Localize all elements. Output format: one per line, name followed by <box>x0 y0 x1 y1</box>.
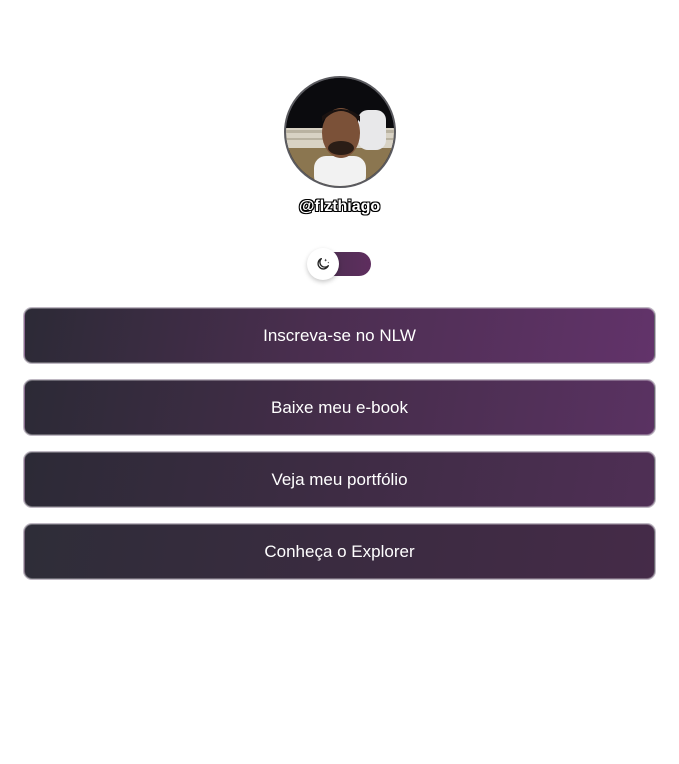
list-item: Conheça o Explorer <box>24 524 655 579</box>
link-list: Inscreva-se no NLW Baixe meu e-book Veja… <box>24 308 655 596</box>
link-button-explorer[interactable]: Conheça o Explorer <box>24 524 655 579</box>
link-button-ebook[interactable]: Baixe meu e-book <box>24 380 655 435</box>
link-button-portfolio[interactable]: Veja meu portfólio <box>24 452 655 507</box>
avatar-photo <box>285 78 394 186</box>
list-item: Inscreva-se no NLW <box>24 308 655 363</box>
avatar <box>283 76 396 188</box>
username: @flzthiago <box>298 198 381 215</box>
link-button-nlw[interactable]: Inscreva-se no NLW <box>24 308 655 363</box>
list-item: Baixe meu e-book <box>24 380 655 435</box>
list-item: Veja meu portfólio <box>24 452 655 507</box>
moon-icon <box>317 258 330 270</box>
theme-switch[interactable] <box>307 248 371 280</box>
switch-thumb[interactable] <box>307 248 339 280</box>
